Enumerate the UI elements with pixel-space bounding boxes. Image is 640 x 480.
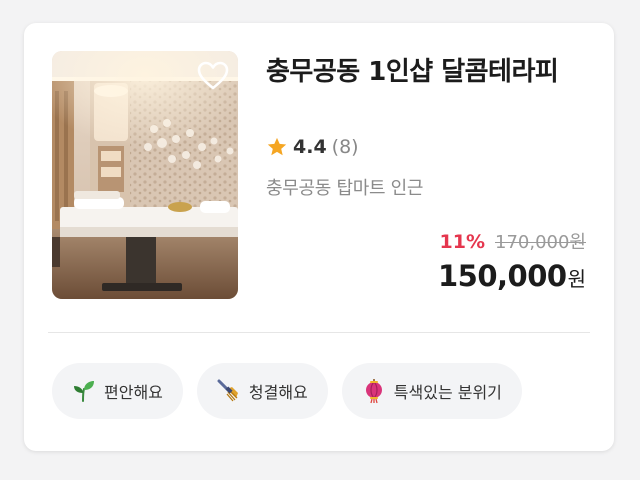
tag-label: 편안해요 — [104, 383, 163, 402]
tag-unique-atmosphere[interactable]: 특색있는 분위기 — [341, 363, 522, 419]
favorite-button[interactable] — [196, 59, 230, 93]
heart-icon — [197, 61, 229, 90]
sprout-icon — [70, 377, 98, 405]
lantern-icon — [360, 377, 388, 405]
discount-row: 11% 170,000원 — [440, 228, 586, 254]
sale-price-amount: 150,000 — [438, 259, 567, 293]
listing-thumbnail[interactable] — [52, 51, 238, 299]
tag-label: 청결해요 — [248, 383, 308, 402]
divider — [48, 332, 590, 333]
sale-price-unit: 원 — [567, 267, 586, 291]
listing-card[interactable]: 충무공동 1인샵 달콤테라피 4.4 (8) 충무공동 탑마트 인근 11% 1… — [24, 23, 614, 451]
broom-icon — [215, 377, 243, 405]
review-tags: 편안해요 청결해요 특색있는 분위기 — [52, 363, 522, 419]
rating-score: 4.4 — [293, 136, 327, 158]
location-text: 충무공동 탑마트 인근 — [266, 178, 424, 199]
sale-price: 150,000 원 — [438, 259, 586, 293]
tag-clean[interactable]: 청결해요 — [196, 363, 328, 419]
original-price: 170,000원 — [495, 232, 586, 253]
listing-title[interactable]: 충무공동 1인샵 달콤테라피 — [266, 53, 584, 91]
tag-label: 특색있는 분위기 — [393, 383, 502, 402]
review-count: (8) — [331, 136, 359, 158]
star-icon — [267, 137, 287, 156]
rating: 4.4 (8) — [266, 134, 359, 160]
tag-comfortable[interactable]: 편안해요 — [52, 363, 183, 419]
discount-rate: 11% — [439, 231, 485, 253]
